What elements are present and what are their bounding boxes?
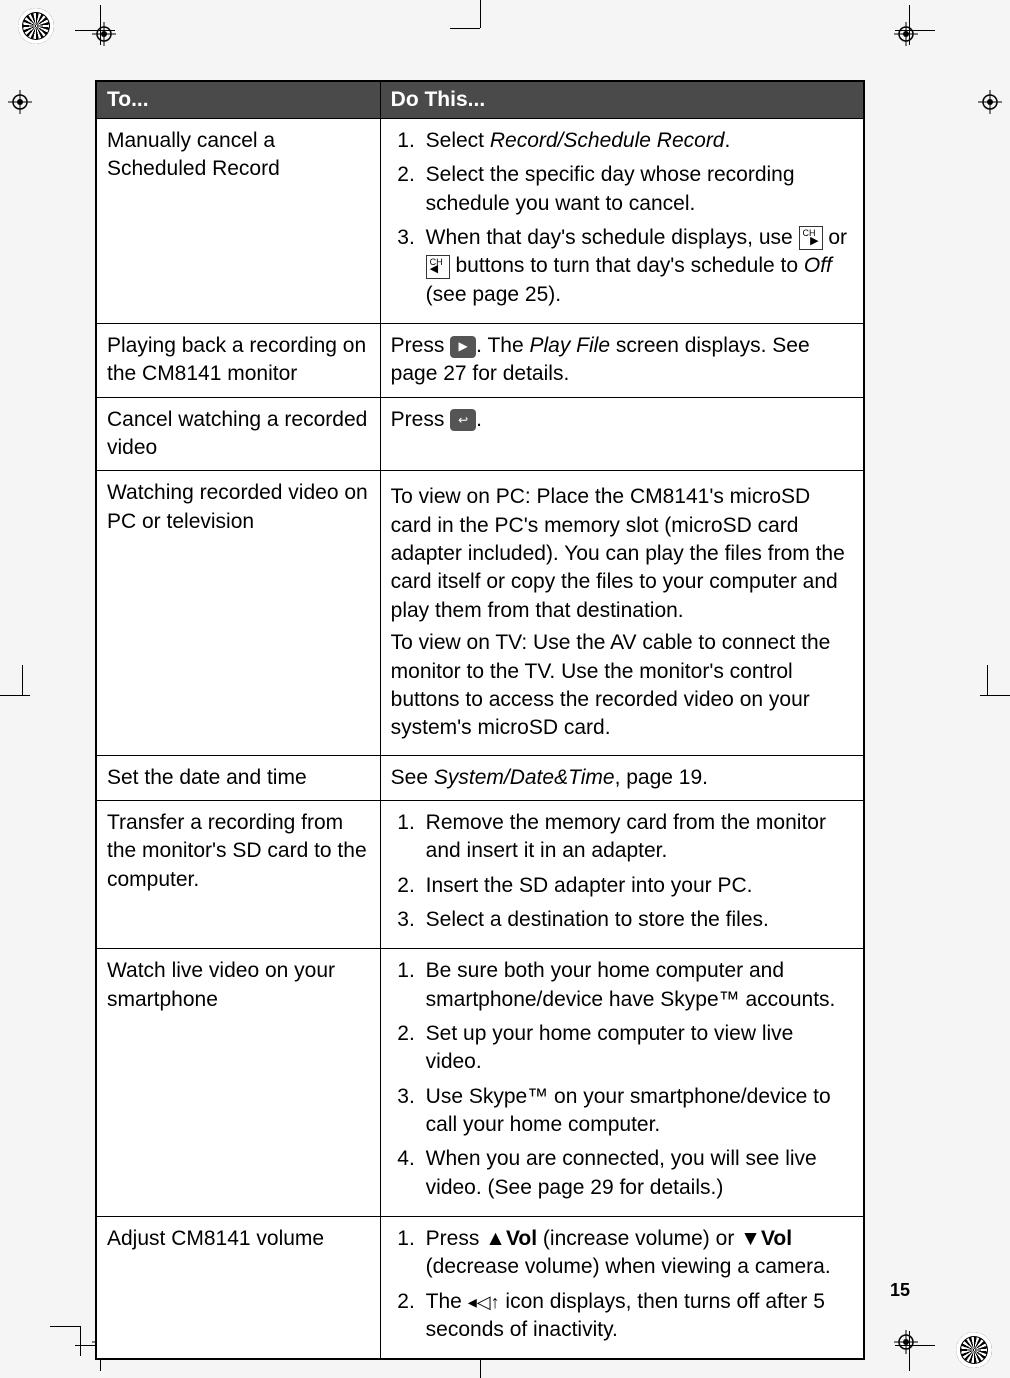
instruction-table: To... Do This... Manually cancel a Sched… [95,80,865,1360]
registration-circle-icon [18,8,54,44]
table-row: Transfer a recording from the monitor's … [96,800,864,948]
row-do: Be sure both your home computer and smar… [380,949,864,1217]
table-row: Adjust CM8141 volume Press ▲Vol (increas… [96,1217,864,1360]
row-paragraph: To view on TV: Use the AV cable to conne… [391,629,853,742]
row-to: Cancel watching a recorded video [96,397,380,471]
play-button-icon: ▶ [450,336,476,358]
row-to: Set the date and time [96,755,380,800]
registration-mark-icon [894,1330,918,1354]
step-text: . [725,129,731,152]
row-do: To view on PC: Place the CM8141's microS… [380,471,864,755]
vol-up-label: ▲Vol [485,1227,537,1250]
row-do: Press ▶. The Play File screen displays. … [380,324,864,398]
row-to: Manually cancel a Scheduled Record [96,119,380,324]
row-paragraph: To view on PC: Place the CM8141's microS… [391,483,853,625]
registration-mark-icon [978,90,1002,114]
row-to: Watch live video on your smartphone [96,949,380,1217]
step-text: (increase volume) or [537,1227,740,1250]
step-text: The [426,1290,468,1313]
step-text: Select a destination to store the files. [421,906,853,934]
table-header-dothis: Do This... [380,81,864,119]
step-text: (see page 25). [426,283,561,306]
step-italic: Off [804,254,832,277]
row-do: Press ↩. [380,397,864,471]
row-do: Press ▲Vol (increase volume) or ▼Vol (de… [380,1217,864,1360]
table-row: Manually cancel a Scheduled Record Selec… [96,119,864,324]
table-row: Set the date and time See System/Date&Ti… [96,755,864,800]
page-number: 15 [890,1280,910,1301]
step-text: . The [476,334,529,357]
table-row: Playing back a recording on the CM8141 m… [96,324,864,398]
step-text: When you are connected, you will see liv… [421,1145,853,1202]
step-text: Press [391,334,451,357]
step-text: Press [426,1227,486,1250]
step-text: Select the specific day whose recording … [421,161,853,218]
step-text: Select [426,129,490,152]
registration-circle-icon [956,1332,992,1368]
step-text: Insert the SD adapter into your PC. [421,872,853,900]
step-italic: System/Date&Time [434,766,615,789]
table-row: Cancel watching a recorded video Press ↩… [96,397,864,471]
vol-down-label: ▼Vol [740,1227,792,1250]
table-row: Watching recorded video on PC or televis… [96,471,864,755]
row-to: Transfer a recording from the monitor's … [96,800,380,948]
step-text: Press [391,408,451,431]
step-text: or [823,226,848,249]
row-to: Watching recorded video on PC or televis… [96,471,380,755]
step-text: buttons to turn that day's schedule to [450,254,804,277]
registration-mark-icon [8,90,32,114]
registration-mark-icon [894,22,918,46]
channel-next-icon [799,226,823,250]
row-do: Remove the memory card from the monitor … [380,800,864,948]
row-to: Adjust CM8141 volume [96,1217,380,1360]
row-do: Select Record/Schedule Record. Select th… [380,119,864,324]
step-italic: Record/Schedule Record [490,129,725,152]
row-to: Playing back a recording on the CM8141 m… [96,324,380,398]
back-button-icon: ↩ [450,409,476,431]
page-content: To... Do This... Manually cancel a Sched… [95,80,865,1360]
step-text: Use Skype™ on your smartphone/device to … [421,1083,853,1140]
step-text: . [476,408,482,431]
row-do: See System/Date&Time, page 19. [380,755,864,800]
channel-prev-icon [426,255,450,279]
step-text: See [391,766,434,789]
step-text: When that day's schedule displays, use [426,226,799,249]
step-text: Set up your home computer to view live v… [421,1020,853,1077]
step-italic: Play File [529,334,610,357]
step-text: , page 19. [615,766,708,789]
speaker-icon: ◂◁↑ [468,1292,500,1312]
step-text: Remove the memory card from the monitor … [421,809,853,866]
table-row: Watch live video on your smartphone Be s… [96,949,864,1217]
table-header-to: To... [96,81,380,119]
step-text: Be sure both your home computer and smar… [421,957,853,1014]
registration-mark-icon [92,22,116,46]
step-text: (decrease volume) when viewing a camera. [426,1255,831,1278]
